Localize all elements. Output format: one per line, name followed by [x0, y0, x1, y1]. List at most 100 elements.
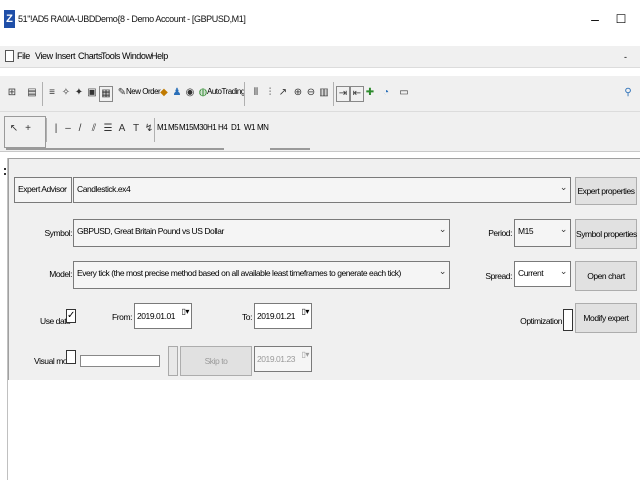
toolbar-separator: [42, 82, 43, 106]
timeframe-m30[interactable]: M30: [193, 123, 208, 132]
panel-grip-dot[interactable]: [4, 168, 6, 170]
data-window-icon[interactable]: ✧: [60, 86, 72, 100]
fibonacci-icon[interactable]: ☰: [102, 122, 114, 136]
timeframe-d1[interactable]: D1: [231, 123, 241, 132]
menu-help[interactable]: Help: [151, 51, 168, 61]
chevron-down-icon: ⌄: [559, 224, 568, 234]
minimize-button[interactable]: –: [588, 11, 602, 27]
vertical-line-icon[interactable]: |: [50, 122, 62, 136]
periods-icon[interactable]: ◔: [380, 86, 392, 100]
from-label: From:: [112, 312, 132, 322]
menu-bar: File View Insert Charts Tools Window Hel…: [0, 46, 640, 68]
new-order-button[interactable]: New Order: [126, 87, 161, 96]
timeframe-m1[interactable]: M1: [157, 123, 168, 132]
document-icon: [5, 50, 14, 62]
chevron-down-icon: ⌄: [559, 266, 568, 276]
to-label: To:: [242, 312, 252, 322]
tester-empty-area: [8, 380, 640, 480]
zoom-out-icon[interactable]: ⊖: [305, 86, 317, 100]
modify-expert-button[interactable]: Modify expert: [575, 303, 637, 333]
toolbar-separator: [46, 118, 47, 142]
use-date-checkbox[interactable]: ✓: [66, 309, 76, 323]
cursor-icon[interactable]: ↖: [8, 122, 20, 136]
autoscroll-icon[interactable]: ⇥: [336, 86, 350, 102]
panel-handle[interactable]: [0, 158, 8, 480]
standard-toolbar: ⊞ ▤ ≡ ✧ ✦ ▣ ▦ ✎ New Order ◆ ♟ ◉ ◍ AutoTr…: [0, 76, 640, 112]
strategy-tester-icon[interactable]: ▦: [99, 86, 113, 102]
tile-windows-icon[interactable]: ▥: [318, 86, 330, 100]
timeframe-h1[interactable]: H1: [207, 123, 217, 132]
menu-insert[interactable]: Insert: [55, 51, 76, 61]
chevron-down-icon: ⌄: [438, 266, 447, 276]
expert-advisor-type-select[interactable]: Expert Advisor ⌄: [14, 177, 72, 203]
model-select[interactable]: Every tick (the most precise method base…: [73, 261, 450, 289]
bar-chart-icon[interactable]: ⫴: [250, 86, 262, 100]
expert-properties-button[interactable]: Expert properties: [575, 177, 637, 205]
market-icon[interactable]: ♟: [171, 86, 183, 100]
zoom-in-icon[interactable]: ⊕: [292, 86, 304, 100]
visual-speed-slider[interactable]: [80, 355, 160, 367]
window-title: 51"!AD5 RA0IA-UBDDemo{8 - Demo Account -…: [18, 14, 246, 24]
calendar-dropdown-icon[interactable]: ▯▾: [301, 350, 309, 359]
terminal-icon[interactable]: ▣: [86, 86, 98, 100]
calendar-dropdown-icon[interactable]: ▯▾: [181, 307, 189, 316]
checkmark-icon: ✓: [67, 310, 76, 321]
skip-to-button[interactable]: Skip to: [180, 346, 252, 376]
trendline-icon[interactable]: /: [74, 122, 86, 136]
mdi-close-button[interactable]: -: [624, 52, 627, 62]
timeframe-m5[interactable]: M5: [168, 123, 179, 132]
symbol-label: Symbol:: [44, 228, 72, 238]
spread-label: Spread:: [485, 271, 512, 281]
timeframe-mn[interactable]: MN: [257, 123, 269, 132]
visual-mode-checkbox[interactable]: [66, 350, 76, 364]
title-bar: Z 51"!AD5 RA0IA-UBDDemo{8 - Demo Account…: [0, 0, 640, 40]
menu-tools[interactable]: Tools: [101, 51, 120, 61]
toolbar-separator: [333, 82, 334, 106]
open-chart-button[interactable]: Open chart: [575, 261, 637, 291]
toolbar-separator: [154, 118, 155, 142]
text-label-icon[interactable]: T: [130, 122, 142, 136]
expert-file-select[interactable]: Candlestick.ex4 ⌄: [73, 177, 571, 203]
market-watch-icon[interactable]: ≡: [46, 86, 58, 100]
indicators-icon[interactable]: ✚: [364, 86, 376, 100]
calendar-dropdown-icon[interactable]: ▯▾: [301, 307, 309, 316]
text-icon[interactable]: A: [116, 122, 128, 136]
search-icon[interactable]: ⚲: [622, 86, 634, 100]
menu-view[interactable]: View: [35, 51, 53, 61]
panel-grip-dot[interactable]: [4, 173, 6, 175]
templates-icon[interactable]: ▭: [398, 86, 410, 100]
visual-pause-button[interactable]: [168, 346, 178, 376]
timeframe-h4[interactable]: H4: [218, 123, 228, 132]
symbol-select[interactable]: GBPUSD, Great Britain Pound vs US Dollar…: [73, 219, 450, 247]
chevron-down-icon: ⌄: [438, 224, 447, 234]
menu-window[interactable]: Window: [122, 51, 152, 61]
toolbar-separator: [244, 82, 245, 106]
horizontal-line-icon[interactable]: –: [62, 122, 74, 136]
candlestick-icon[interactable]: ⫶: [264, 86, 276, 100]
use-date-label: Use date: [40, 316, 71, 326]
line-chart-icon[interactable]: ↗: [277, 86, 289, 100]
profiles-icon[interactable]: ▤: [26, 86, 38, 100]
app-icon: Z: [4, 10, 15, 28]
skip-to-date-picker[interactable]: 2019.01.23 ▯▾: [254, 346, 312, 372]
menu-file[interactable]: File: [17, 51, 30, 61]
optimization-checkbox[interactable]: [563, 309, 573, 331]
timeframe-w1[interactable]: W1: [244, 123, 256, 132]
navigator-icon[interactable]: ✦: [73, 86, 85, 100]
maximize-button[interactable]: ☐: [614, 11, 628, 27]
equidistant-channel-icon[interactable]: ⫽: [88, 122, 100, 136]
toolbar-underline: [6, 148, 224, 150]
signals-icon[interactable]: ◉: [184, 86, 196, 100]
autotrading-button[interactable]: AutoTrading: [207, 87, 245, 96]
spread-select[interactable]: Current ⌄: [514, 261, 571, 287]
new-chart-icon[interactable]: ⊞: [6, 86, 18, 100]
from-date-picker[interactable]: 2019.01.01 ▯▾: [134, 303, 192, 329]
symbol-properties-button[interactable]: Symbol properties: [575, 219, 637, 249]
metaeditor-icon[interactable]: ◆: [158, 86, 170, 100]
chart-shift-icon[interactable]: ⇤: [350, 86, 364, 102]
timeframe-m15[interactable]: M15: [179, 123, 194, 132]
period-select[interactable]: M15 ⌄: [514, 219, 571, 247]
menu-charts[interactable]: Charts: [78, 51, 103, 61]
to-date-picker[interactable]: 2019.01.21 ▯▾: [254, 303, 312, 329]
crosshair-icon[interactable]: +: [22, 122, 34, 136]
